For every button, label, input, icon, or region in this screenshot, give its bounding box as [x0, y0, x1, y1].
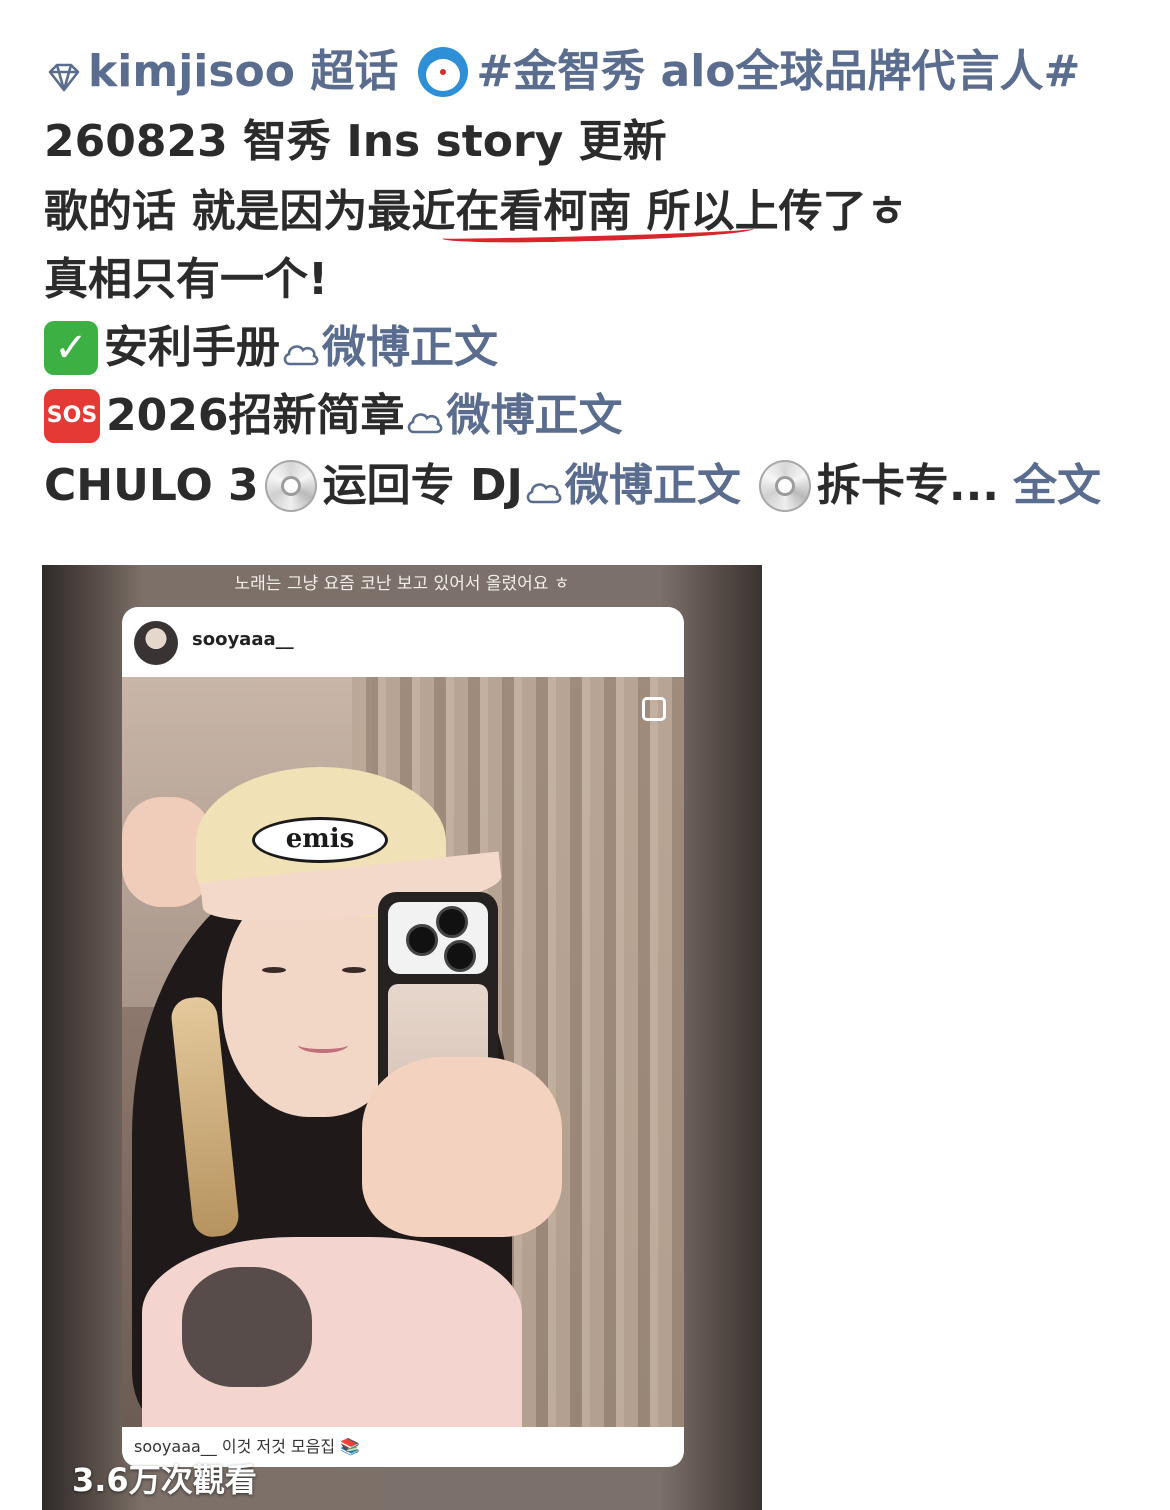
post-username: sooyaaa__: [192, 629, 294, 650]
weibo-link-icon: [280, 328, 322, 368]
weibo-link-icon: [523, 466, 565, 506]
hashtag-link[interactable]: #金智秀 alo全球品牌代言人#: [476, 40, 1080, 104]
link-row-recruit: SOS 2026招新简章 微博正文: [44, 384, 622, 448]
date-line: 260823 智秀 Ins story 更新: [44, 116, 667, 167]
hand: [362, 1057, 562, 1237]
weibo-body-link[interactable]: 微博正文: [565, 454, 741, 518]
post-image[interactable]: 노래는 그냥 요즘 코난 보고 있어서 올렸어요 ㅎ sooyaaa__ emi…: [42, 565, 762, 1510]
topic-row: kimjisoo 超话 #金智秀 alo全球品牌代言人#: [44, 40, 1080, 104]
shirt-cat-print: [182, 1267, 312, 1387]
album-tail: 拆卡专...: [816, 460, 1000, 511]
supertopic-link[interactable]: kimjisoo 超话: [88, 40, 398, 104]
multi-image-icon: [642, 697, 666, 721]
album-prefix: CHULO 3: [44, 460, 259, 511]
cap-logo: emis: [252, 817, 388, 863]
instagram-post-card: sooyaaa__ emis sooyaaa__ 이것 저것 모음집 📚: [122, 607, 684, 1467]
sos-icon: SOS: [44, 389, 100, 443]
tagline: 真相只有一个!: [44, 254, 329, 305]
avatar: [134, 621, 178, 665]
link-row-guide: ✓ 安利手册 微博正文: [44, 316, 498, 380]
view-count: 3.6万次觀看: [72, 1461, 257, 1499]
diamond-icon: [44, 52, 84, 92]
full-text-link[interactable]: 全文: [1013, 454, 1101, 518]
doraemon-emoji-icon: [418, 47, 469, 97]
album-middle: 运回专 DJ: [322, 460, 523, 511]
story-caption: 노래는 그냥 요즘 코난 보고 있어서 올렸어요 ㅎ: [234, 574, 570, 594]
cd-icon: [758, 460, 811, 512]
weibo-body-link[interactable]: 微博正文: [446, 384, 622, 448]
weibo-link-icon: [404, 396, 446, 436]
link-row-label: 安利手册: [104, 322, 280, 373]
link-row-label: 2026招新简章: [106, 390, 405, 441]
post-header: sooyaaa__: [122, 607, 684, 677]
selfie-photo: emis: [122, 677, 684, 1427]
album-row: CHULO 3 运回专 DJ 微博正文 拆卡专... 全文: [44, 454, 1101, 518]
check-mark-icon: ✓: [44, 321, 98, 375]
weibo-body-link[interactable]: 微博正文: [322, 316, 498, 380]
cd-icon: [264, 460, 317, 512]
